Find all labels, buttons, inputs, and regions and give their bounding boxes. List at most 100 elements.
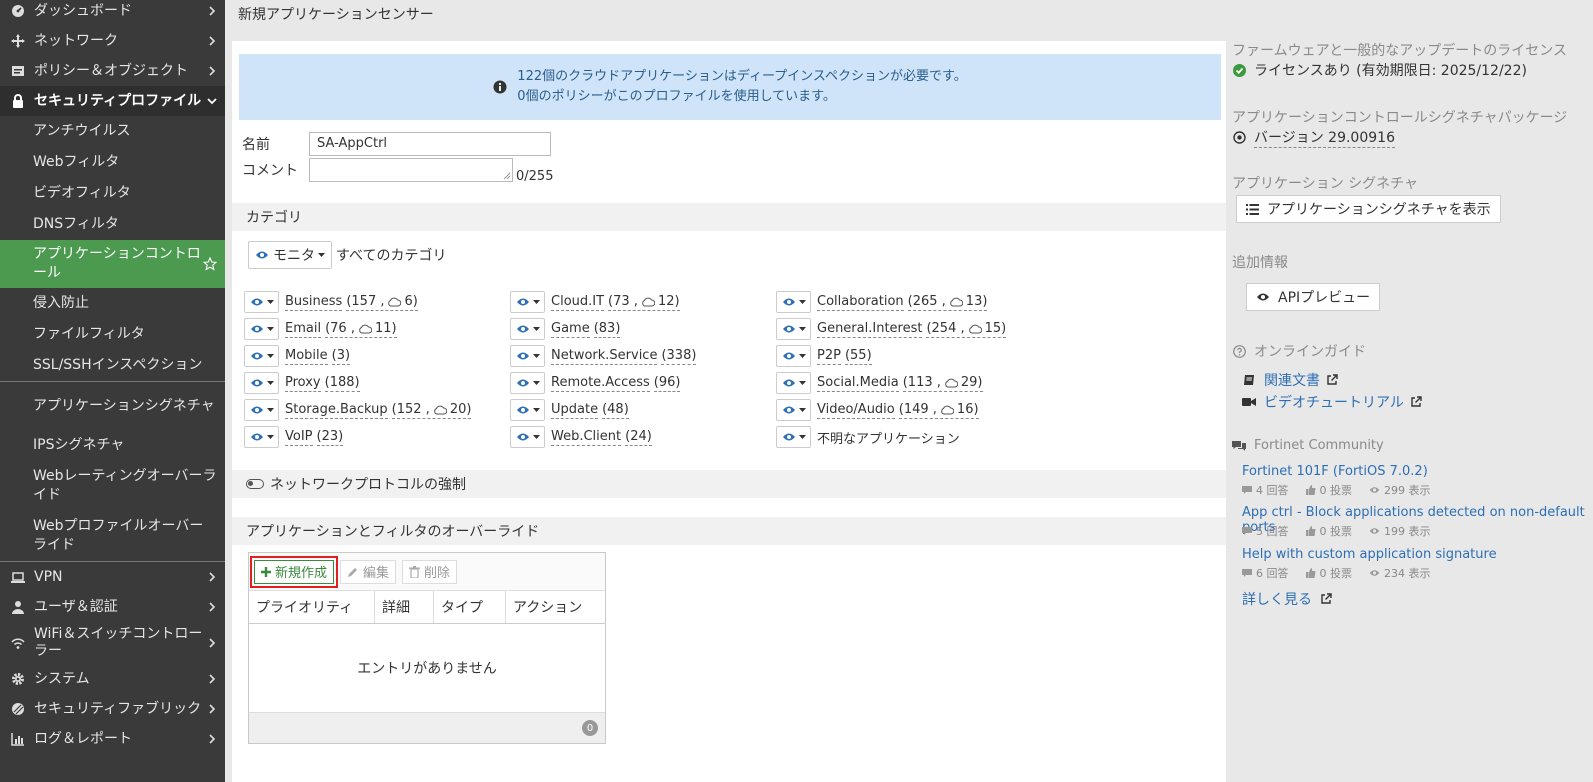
monitor-all-dropdown[interactable]: モニタ	[248, 241, 332, 269]
category-count[interactable]: (157 , 6)	[346, 293, 418, 311]
category-action-dropdown[interactable]	[776, 318, 811, 340]
category-name[interactable]: Update	[551, 401, 599, 419]
category-count[interactable]: (265 , 13)	[907, 293, 988, 311]
sidebar-subitem-application-control[interactable]: アプリケーションコントロール	[0, 240, 225, 288]
category-count[interactable]: (254 , 15)	[926, 320, 1007, 338]
category-name[interactable]: VoIP	[285, 428, 313, 446]
sidebar-subitem-antivirus[interactable]: アンチウイルス	[0, 116, 225, 147]
category-count[interactable]: (48)	[602, 401, 629, 419]
video-tutorial-text[interactable]: ビデオチュートリアル	[1264, 392, 1404, 412]
category-count[interactable]: (338)	[661, 347, 697, 365]
name-input[interactable]: SA-AppCtrl	[309, 132, 551, 156]
category-name[interactable]: Web.Client	[551, 428, 622, 446]
category-name[interactable]: Proxy	[285, 374, 321, 392]
version-text[interactable]: バージョン 29.00916	[1254, 127, 1395, 148]
category-action-dropdown[interactable]	[244, 399, 279, 421]
category-name[interactable]: Social.Media	[817, 374, 899, 392]
category-count[interactable]: (83)	[593, 320, 621, 338]
category-name[interactable]: Cloud.IT	[551, 293, 605, 311]
category-action-dropdown[interactable]	[776, 372, 811, 394]
sidebar-subitem-web-profile-override[interactable]: Webプロファイルオーバーライド	[0, 511, 225, 561]
category-count[interactable]: (23)	[316, 428, 344, 446]
category-count[interactable]: (73 , 12)	[608, 293, 680, 311]
category-action-dropdown[interactable]	[244, 426, 279, 448]
edit-button[interactable]: 編集	[340, 559, 397, 584]
category-name[interactable]: Game	[551, 320, 590, 338]
category-action-dropdown[interactable]	[244, 345, 279, 367]
star-icon[interactable]	[203, 257, 217, 271]
category-name[interactable]: Remote.Access	[551, 374, 650, 392]
delete-button[interactable]: 削除	[402, 559, 458, 584]
category-count[interactable]: (55)	[844, 347, 872, 365]
view-app-signatures-button[interactable]: アプリケーションシグネチャを表示	[1236, 195, 1501, 223]
sidebar-item-label: セキュリティプロファイル	[34, 92, 202, 109]
resize-handle-icon[interactable]	[503, 172, 511, 180]
category-cloud-count: 29)	[960, 375, 983, 390]
category-action-dropdown[interactable]	[510, 372, 545, 394]
column-header-priority[interactable]: プライオリティ	[249, 591, 375, 623]
category-count[interactable]: (76 , 11)	[325, 320, 397, 338]
sidebar-item-security-profiles[interactable]: セキュリティプロファイル	[0, 86, 225, 116]
category-name[interactable]: Collaboration	[817, 293, 904, 311]
category-action-dropdown[interactable]	[244, 291, 279, 313]
category-count[interactable]: (149 , 16)	[898, 401, 979, 419]
category-count[interactable]: (96)	[653, 374, 681, 392]
sidebar-subitem-ips-signatures[interactable]: IPSシグネチャ	[0, 430, 225, 461]
sidebar-item-security-fabric[interactable]: セキュリティファブリック	[0, 694, 225, 724]
related-docs-link[interactable]: 関連文書	[1242, 370, 1338, 390]
category-name[interactable]: Business	[285, 293, 343, 311]
category-name[interactable]: Mobile	[285, 347, 328, 365]
category-action-dropdown[interactable]	[510, 426, 545, 448]
create-new-button[interactable]: 新規作成	[249, 555, 339, 588]
category-name[interactable]: P2P	[817, 347, 841, 365]
community-post-link[interactable]: Help with custom application signature	[1242, 547, 1497, 562]
category-action-dropdown[interactable]	[510, 399, 545, 421]
category-count[interactable]: (113 , 29)	[902, 374, 983, 392]
sidebar-subitem-videofilter[interactable]: ビデオフィルタ	[0, 178, 225, 209]
column-header-action[interactable]: アクション	[506, 591, 605, 623]
sidebar-subitem-filefilter[interactable]: ファイルフィルタ	[0, 319, 225, 350]
category-name[interactable]: Email	[285, 320, 322, 338]
sidebar-item-system[interactable]: システム	[0, 664, 225, 694]
sidebar-subitem-ips[interactable]: 侵入防止	[0, 288, 225, 319]
community-post-link[interactable]: Fortinet 101F (FortiOS 7.0.2)	[1242, 464, 1428, 479]
category-action-dropdown[interactable]	[510, 291, 545, 313]
category-action-dropdown[interactable]	[244, 372, 279, 394]
see-more-text[interactable]: 詳しく見る	[1242, 589, 1312, 609]
category-count[interactable]: (188)	[324, 374, 360, 392]
category-name[interactable]: Network.Service	[551, 347, 658, 365]
sidebar-item-dashboard[interactable]: ダッシュボード	[0, 0, 225, 26]
column-header-type[interactable]: タイプ	[434, 591, 506, 623]
category-action-dropdown[interactable]	[510, 318, 545, 340]
comment-textarea[interactable]	[309, 158, 513, 182]
category-count[interactable]: (3)	[331, 347, 351, 365]
column-header-details[interactable]: 詳細	[375, 591, 434, 623]
category-action-dropdown[interactable]	[244, 318, 279, 340]
sidebar-item-policy[interactable]: ポリシー＆オブジェクト	[0, 56, 225, 86]
sidebar-item-user-auth[interactable]: ユーザ＆認証	[0, 592, 225, 622]
category-name[interactable]: Video/Audio	[817, 401, 895, 419]
sidebar-subitem-ssl-inspection[interactable]: SSL/SSHインスペクション	[0, 350, 225, 381]
category-count[interactable]: (24)	[625, 428, 652, 446]
category-count[interactable]: (152 , 20)	[391, 401, 472, 419]
category-action-dropdown[interactable]	[776, 345, 811, 367]
sidebar-subitem-app-signatures[interactable]: アプリケーションシグネチャ	[0, 382, 225, 430]
sidebar-item-log-report[interactable]: ログ＆レポート	[0, 724, 225, 754]
category-action-dropdown[interactable]	[510, 345, 545, 367]
api-preview-button[interactable]: APIプレビュー	[1246, 283, 1381, 311]
category-action-dropdown[interactable]	[776, 426, 811, 448]
sidebar-subitem-dnsfilter[interactable]: DNSフィルタ	[0, 209, 225, 240]
category-action-dropdown[interactable]	[776, 399, 811, 421]
category-action-dropdown[interactable]	[776, 291, 811, 313]
category-name[interactable]: Storage.Backup	[285, 401, 388, 419]
video-tutorial-link[interactable]: ビデオチュートリアル	[1242, 392, 1422, 412]
sidebar-item-network[interactable]: ネットワーク	[0, 26, 225, 56]
sidebar-subitem-webfilter[interactable]: Webフィルタ	[0, 147, 225, 178]
sidebar-subitem-web-rating-override[interactable]: Webレーティングオーバーライド	[0, 461, 225, 511]
sidebar-item-wifi-switch[interactable]: WiFi＆スイッチコントローラー	[0, 622, 225, 664]
see-more-link[interactable]: 詳しく見る	[1242, 589, 1332, 609]
sidebar-item-vpn[interactable]: VPN	[0, 562, 225, 592]
category-name[interactable]: General.Interest	[817, 320, 923, 338]
protocol-toggle[interactable]	[246, 479, 264, 489]
related-docs-text[interactable]: 関連文書	[1264, 370, 1320, 390]
